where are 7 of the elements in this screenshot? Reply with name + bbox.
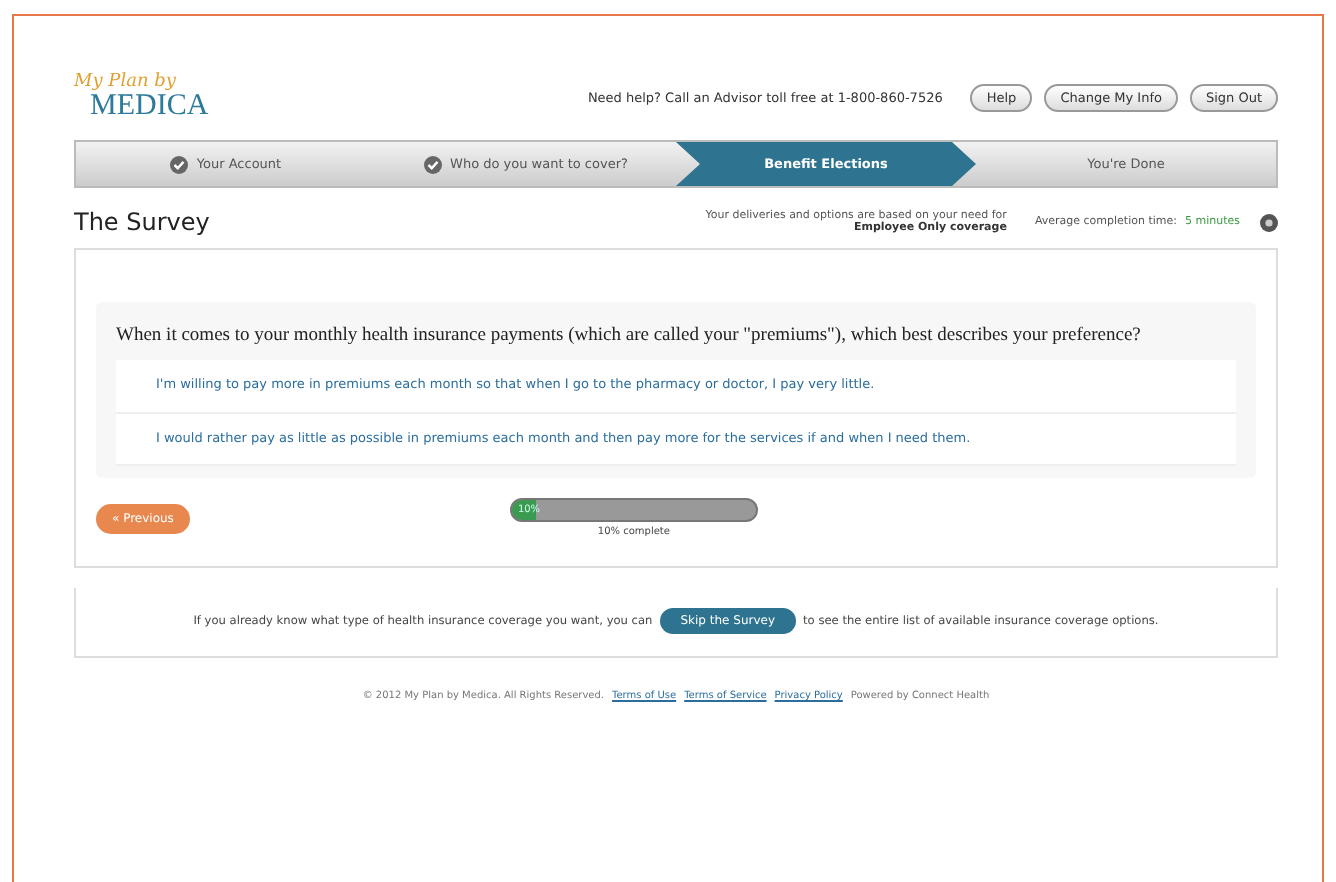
- page-title: The Survey: [74, 208, 210, 236]
- question-text: When it comes to your monthly health insurance payments (which are called your "premiums"), which best describes your preference?: [116, 326, 1143, 348]
- check-icon: [170, 155, 189, 173]
- logo-tagline: My Plan by: [74, 74, 178, 92]
- check-icon: [424, 155, 443, 173]
- logo-text: MEDICA: [90, 92, 209, 122]
- help-icon[interactable]: [1260, 213, 1278, 231]
